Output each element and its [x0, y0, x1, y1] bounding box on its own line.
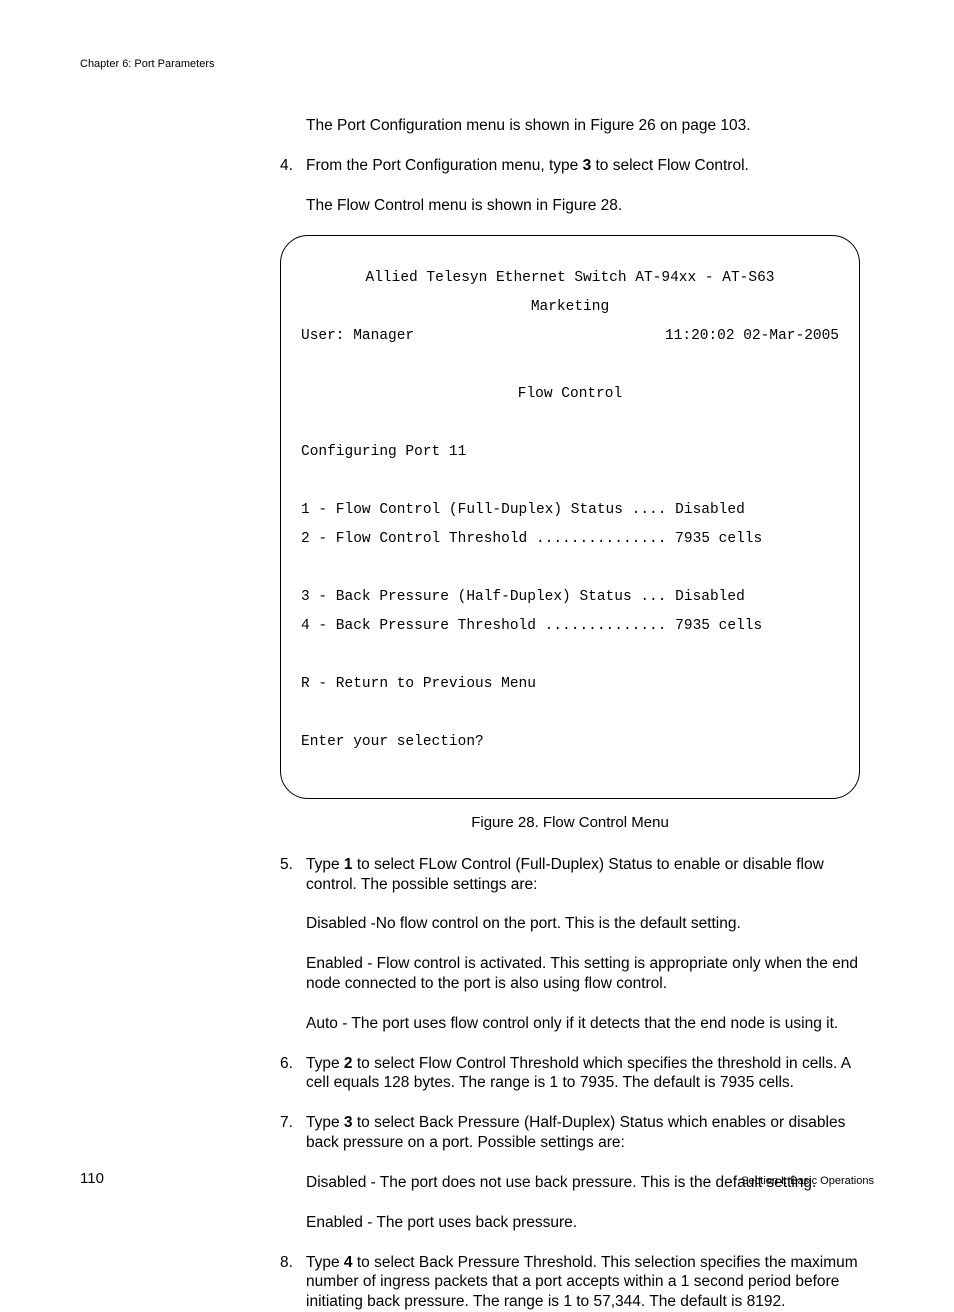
step-5: 5. Type 1 to select FLow Control (Full-D… [280, 855, 860, 1034]
step5-sub2: Enabled - Flow control is activated. Thi… [306, 954, 860, 994]
step-bold: 2 [344, 1055, 353, 1072]
step-text: Type [306, 856, 344, 873]
term-opt-4: 4 - Back Pressure Threshold ............… [301, 619, 839, 634]
step-text-after: to select Flow Control. [591, 157, 749, 174]
step-body: Type 1 to select FLow Control (Full-Dupl… [306, 855, 860, 1034]
figure-caption: Figure 28. Flow Control Menu [280, 813, 860, 832]
step-body: From the Port Configuration menu, type 3… [306, 156, 860, 216]
page-number: 110 [80, 1170, 104, 1187]
step-body: Type 2 to select Flow Control Threshold … [306, 1054, 860, 1094]
term-user: User: Manager [301, 329, 414, 344]
step-bold: 3 [583, 157, 592, 174]
term-opt-3: 3 - Back Pressure (Half-Duplex) Status .… [301, 590, 839, 605]
term-blank [301, 561, 839, 576]
step-bold: 3 [344, 1114, 353, 1131]
step-text: Type [306, 1055, 344, 1072]
term-blank [301, 648, 839, 663]
step-text: Type [306, 1114, 344, 1131]
intro-paragraph: The Port Configuration menu is shown in … [306, 116, 860, 136]
term-blank [301, 706, 839, 721]
step5-sub1: Disabled -No flow control on the port. T… [306, 914, 860, 934]
term-title-2: Marketing [301, 300, 839, 315]
term-blank [301, 474, 839, 489]
term-timestamp: 11:20:02 02-Mar-2005 [665, 329, 839, 344]
term-opt-r: R - Return to Previous Menu [301, 677, 839, 692]
step-text: Type [306, 1254, 344, 1271]
step-8: 8. Type 4 to select Back Pressure Thresh… [280, 1253, 860, 1312]
term-user-line: User: Manager 11:20:02 02-Mar-2005 [301, 329, 839, 344]
step5-sub3: Auto - The port uses flow control only i… [306, 1014, 860, 1034]
step-text-after: to select Back Pressure (Half-Duplex) St… [306, 1114, 845, 1151]
term-menu-title: Flow Control [301, 387, 839, 402]
section-label: Section I: Basic Operations [741, 1175, 874, 1187]
content-column: The Port Configuration menu is shown in … [280, 116, 860, 1312]
step7-sub2: Enabled - The port uses back pressure. [306, 1213, 860, 1233]
step-text-after: to select FLow Control (Full-Duplex) Sta… [306, 856, 824, 893]
step-bold: 4 [344, 1254, 353, 1271]
step-number: 5. [280, 855, 306, 1034]
term-blank [301, 358, 839, 373]
term-prompt: Enter your selection? [301, 735, 839, 750]
term-opt-1: 1 - Flow Control (Full-Duplex) Status ..… [301, 503, 839, 518]
page: Chapter 6: Port Parameters The Port Conf… [0, 0, 954, 1235]
step-7: 7. Type 3 to select Back Pressure (Half-… [280, 1113, 860, 1232]
step-number: 4. [280, 156, 306, 216]
step-bold: 1 [344, 856, 353, 873]
chapter-header: Chapter 6: Port Parameters [80, 58, 874, 70]
step-number: 8. [280, 1253, 306, 1312]
step-text: From the Port Configuration menu, type [306, 157, 583, 174]
step-sub: The Flow Control menu is shown in Figure… [306, 196, 860, 216]
term-config: Configuring Port 11 [301, 445, 839, 460]
step-4: 4. From the Port Configuration menu, typ… [280, 156, 860, 216]
step-body: Type 4 to select Back Pressure Threshold… [306, 1253, 860, 1312]
term-blank [301, 416, 839, 431]
term-opt-2: 2 - Flow Control Threshold .............… [301, 532, 839, 547]
terminal-wrap: Allied Telesyn Ethernet Switch AT-94xx -… [280, 235, 860, 799]
step-text-after: to select Back Pressure Threshold. This … [306, 1254, 858, 1311]
step-number: 7. [280, 1113, 306, 1232]
step-number: 6. [280, 1054, 306, 1094]
step-body: Type 3 to select Back Pressure (Half-Dup… [306, 1113, 860, 1232]
term-title-1: Allied Telesyn Ethernet Switch AT-94xx -… [301, 271, 839, 286]
terminal-screen: Allied Telesyn Ethernet Switch AT-94xx -… [280, 235, 860, 799]
step-text-after: to select Flow Control Threshold which s… [306, 1055, 850, 1092]
step-6: 6. Type 2 to select Flow Control Thresho… [280, 1054, 860, 1094]
